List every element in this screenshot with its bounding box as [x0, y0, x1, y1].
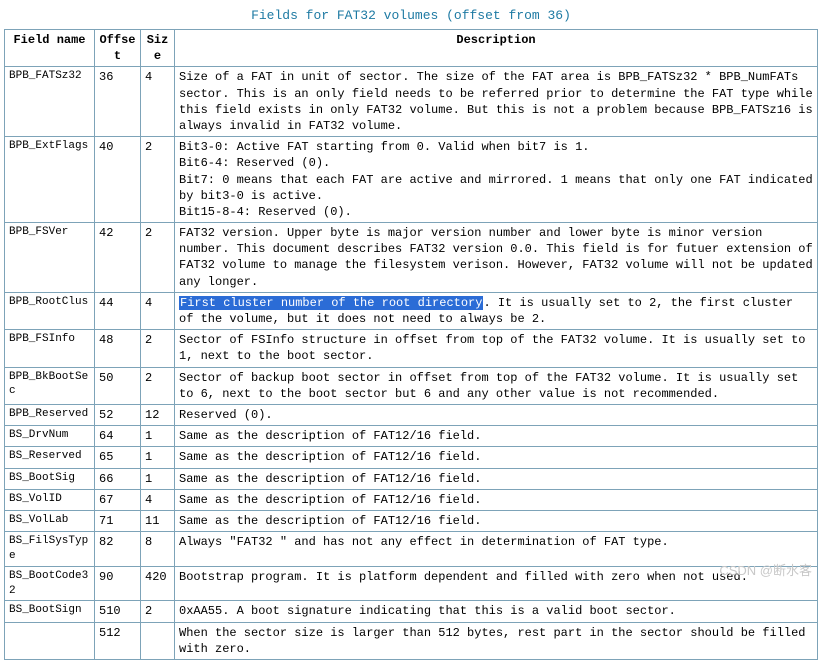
cell-size: 2	[141, 137, 175, 223]
cell-description: Same as the description of FAT12/16 fiel…	[175, 510, 818, 531]
cell-field-name: BPB_ExtFlags	[5, 137, 95, 223]
cell-size: 8	[141, 532, 175, 567]
cell-offset: 82	[95, 532, 141, 567]
cell-offset: 40	[95, 137, 141, 223]
cell-description: When the sector size is larger than 512 …	[175, 622, 818, 659]
cell-description: Reserved (0).	[175, 404, 818, 425]
cell-offset: 66	[95, 468, 141, 489]
cell-size: 4	[141, 292, 175, 329]
cell-size: 2	[141, 601, 175, 622]
cell-offset: 52	[95, 404, 141, 425]
cell-field-name: BS_BootSig	[5, 468, 95, 489]
cell-size: 1	[141, 426, 175, 447]
table-row: BPB_RootClus444First cluster number of t…	[5, 292, 818, 329]
cell-size: 2	[141, 223, 175, 293]
fat32-fields-table: Field name Offset Size Description BPB_F…	[4, 29, 818, 660]
cell-offset: 90	[95, 566, 141, 601]
cell-offset: 36	[95, 67, 141, 137]
cell-description: Same as the description of FAT12/16 fiel…	[175, 447, 818, 468]
cell-size: 4	[141, 67, 175, 137]
table-row: BS_BootSig661Same as the description of …	[5, 468, 818, 489]
cell-size: 420	[141, 566, 175, 601]
cell-field-name: BS_DrvNum	[5, 426, 95, 447]
table-row: BS_VolID674Same as the description of FA…	[5, 489, 818, 510]
cell-description: First cluster number of the root directo…	[175, 292, 818, 329]
cell-description: Bootstrap program. It is platform depend…	[175, 566, 818, 601]
table-header-row: Field name Offset Size Description	[5, 30, 818, 67]
cell-size: 11	[141, 510, 175, 531]
table-row: BPB_BkBootSec502Sector of backup boot se…	[5, 367, 818, 404]
header-field-name: Field name	[5, 30, 95, 67]
cell-size: 12	[141, 404, 175, 425]
table-row: BPB_ExtFlags402Bit3-0: Active FAT starti…	[5, 137, 818, 223]
table-row: BPB_FATSz32364Size of a FAT in unit of s…	[5, 67, 818, 137]
cell-offset: 512	[95, 622, 141, 659]
cell-offset: 67	[95, 489, 141, 510]
cell-field-name: BPB_FSVer	[5, 223, 95, 293]
cell-description: Same as the description of FAT12/16 fiel…	[175, 426, 818, 447]
cell-description: Sector of backup boot sector in offset f…	[175, 367, 818, 404]
cell-field-name: BS_FilSysType	[5, 532, 95, 567]
table-row: 512 When the sector size is larger than 5…	[5, 622, 818, 659]
cell-size	[141, 622, 175, 659]
cell-field-name: BPB_FATSz32	[5, 67, 95, 137]
cell-field-name: BPB_RootClus	[5, 292, 95, 329]
table-row: BS_BootCode3290420Bootstrap program. It …	[5, 566, 818, 601]
table-row: BPB_Reserved5212Reserved (0).	[5, 404, 818, 425]
header-size: Size	[141, 30, 175, 67]
cell-offset: 44	[95, 292, 141, 329]
table-title: Fields for FAT32 volumes (offset from 36…	[4, 4, 818, 29]
table-row: BS_DrvNum641Same as the description of F…	[5, 426, 818, 447]
cell-description: Always "FAT32 " and has not any effect i…	[175, 532, 818, 567]
cell-size: 2	[141, 367, 175, 404]
table-row: BS_Reserved651Same as the description of…	[5, 447, 818, 468]
cell-description: Size of a FAT in unit of sector. The siz…	[175, 67, 818, 137]
cell-size: 1	[141, 468, 175, 489]
cell-offset: 65	[95, 447, 141, 468]
cell-field-name	[5, 622, 95, 659]
cell-description: Bit3-0: Active FAT starting from 0. Vali…	[175, 137, 818, 223]
table-row: BS_FilSysType828Always "FAT32 " and has …	[5, 532, 818, 567]
cell-offset: 48	[95, 330, 141, 367]
cell-offset: 510	[95, 601, 141, 622]
cell-field-name: BS_BootSign	[5, 601, 95, 622]
cell-field-name: BS_Reserved	[5, 447, 95, 468]
header-description: Description	[175, 30, 818, 67]
cell-description: 0xAA55. A boot signature indicating that…	[175, 601, 818, 622]
cell-field-name: BS_VolID	[5, 489, 95, 510]
cell-description: Same as the description of FAT12/16 fiel…	[175, 468, 818, 489]
cell-description: Same as the description of FAT12/16 fiel…	[175, 489, 818, 510]
cell-field-name: BPB_Reserved	[5, 404, 95, 425]
cell-description: Sector of FSInfo structure in offset fro…	[175, 330, 818, 367]
table-row: BPB_FSInfo482Sector of FSInfo structure …	[5, 330, 818, 367]
cell-field-name: BS_VolLab	[5, 510, 95, 531]
table-row: BS_VolLab7111Same as the description of …	[5, 510, 818, 531]
cell-offset: 71	[95, 510, 141, 531]
cell-size: 4	[141, 489, 175, 510]
cell-offset: 50	[95, 367, 141, 404]
cell-description: FAT32 version. Upper byte is major versi…	[175, 223, 818, 293]
highlighted-text: First cluster number of the root directo…	[179, 296, 483, 310]
cell-field-name: BS_BootCode32	[5, 566, 95, 601]
cell-field-name: BPB_BkBootSec	[5, 367, 95, 404]
table-row: BPB_FSVer422FAT32 version. Upper byte is…	[5, 223, 818, 293]
cell-offset: 64	[95, 426, 141, 447]
cell-offset: 42	[95, 223, 141, 293]
header-offset: Offset	[95, 30, 141, 67]
table-row: BS_BootSign51020xAA55. A boot signature …	[5, 601, 818, 622]
cell-field-name: BPB_FSInfo	[5, 330, 95, 367]
cell-size: 2	[141, 330, 175, 367]
cell-size: 1	[141, 447, 175, 468]
